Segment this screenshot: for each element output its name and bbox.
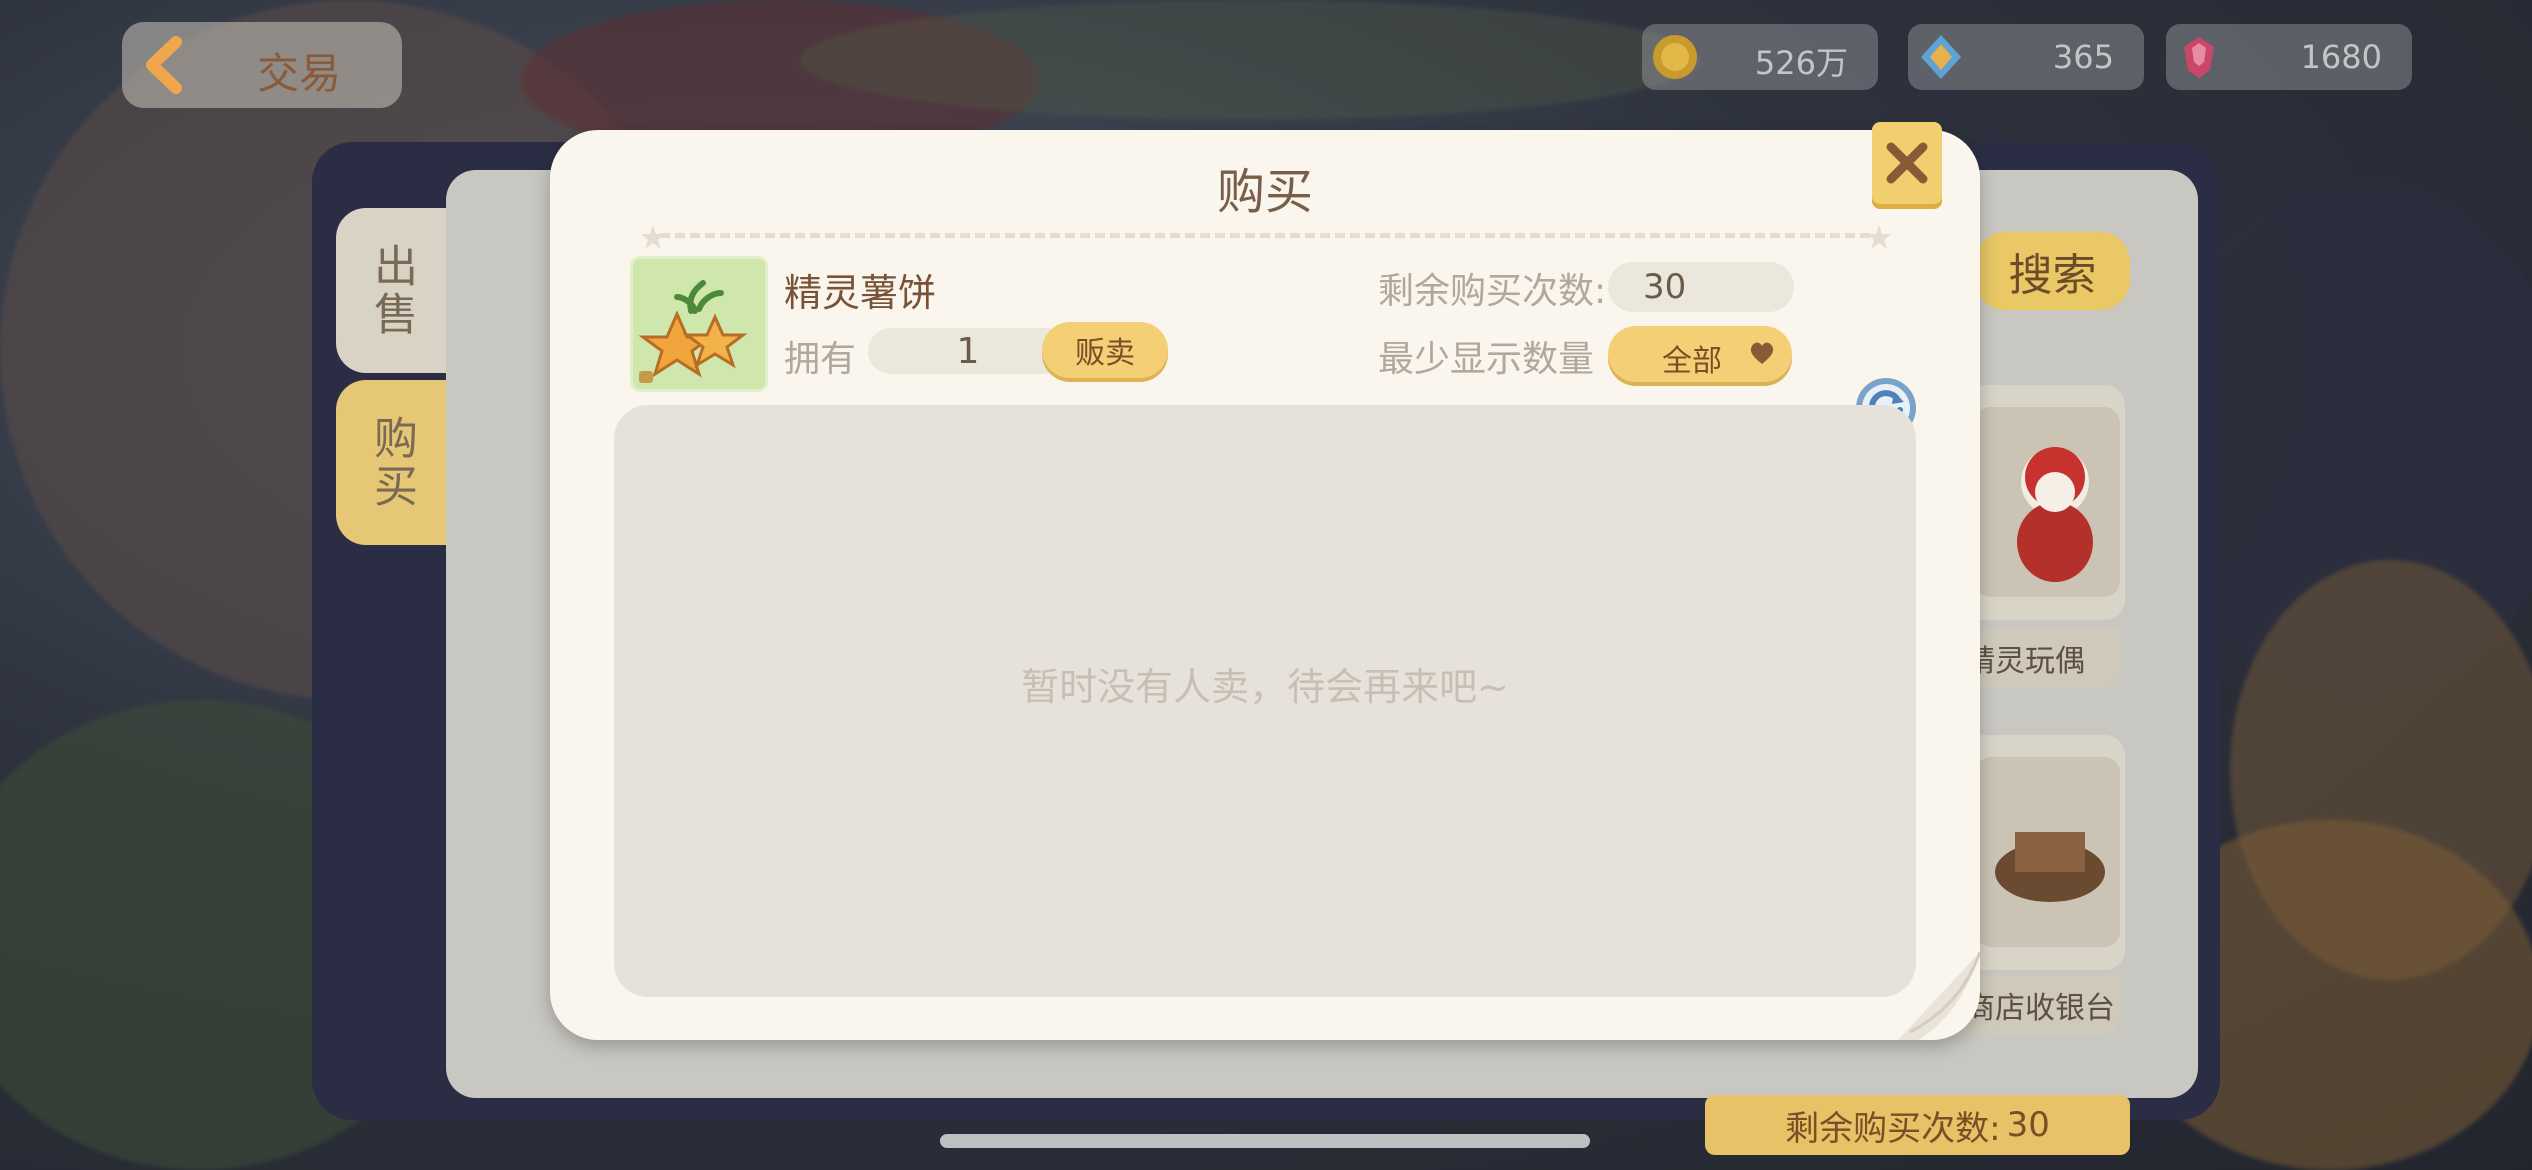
currency-crystal[interactable]: 365 [1908,24,2144,90]
gem-icon [2184,37,2214,78]
top-nav-bar: 交易 [122,22,402,108]
bottom-remaining-purchases: 剩余购买次数: 30 [1705,1095,2130,1155]
divider [660,233,1870,238]
currency-gem[interactable]: 1680 [2166,24,2412,90]
heart-caret-icon [1750,342,1774,364]
owned-count: 1 [868,328,1068,374]
item-name: 精灵薯饼 [784,271,937,315]
tab-buy[interactable]: 购买 [336,380,446,545]
tab-sell[interactable]: 出售 [336,208,446,373]
potato-cake-icon [638,280,748,383]
page-title: 交易 [257,49,342,98]
back-arrow-icon[interactable] [132,30,202,100]
home-indicator[interactable] [940,1134,1590,1148]
card-image [1975,757,2120,947]
remaining-purchases-value: 30 [1608,262,1794,312]
remaining-purchases-label: 剩余购买次数: [1378,271,1607,312]
min-display-quantity-value: 全部 [1662,344,1722,379]
bottom-remaining-value: 30 [2006,1105,2050,1145]
gem-value: 1680 [2300,38,2382,76]
page-curl-decoration [1898,952,1980,1040]
modal-title: 购买 [1216,164,1313,220]
min-display-quantity-label: 最少显示数量 [1378,339,1595,380]
item-thumbnail [630,256,768,392]
counter-icon [1995,832,2105,902]
bottom-remaining-label: 剩余购买次数: [1785,1108,2001,1149]
crystal-icon [1921,35,1961,79]
search-button[interactable]: 搜索 [1975,232,2130,310]
crystal-value: 365 [2052,38,2114,76]
min-display-quantity-dropdown[interactable]: 全部 [1608,326,1792,382]
coin-value: 526万 [1754,44,1848,82]
card-image [1975,407,2120,597]
close-button[interactable] [1872,122,1942,204]
currency-coin[interactable]: 526万 [1642,24,1878,90]
coin-icon [1653,35,1697,79]
close-icon [1886,142,1928,184]
sell-button[interactable]: 贩卖 [1042,322,1168,378]
owned-label: 拥有 [784,339,857,380]
star-icon [1867,225,1891,249]
empty-listing-message: 暂时没有人卖，待会再来吧~ [1021,665,1509,709]
doll-icon [2017,447,2093,582]
